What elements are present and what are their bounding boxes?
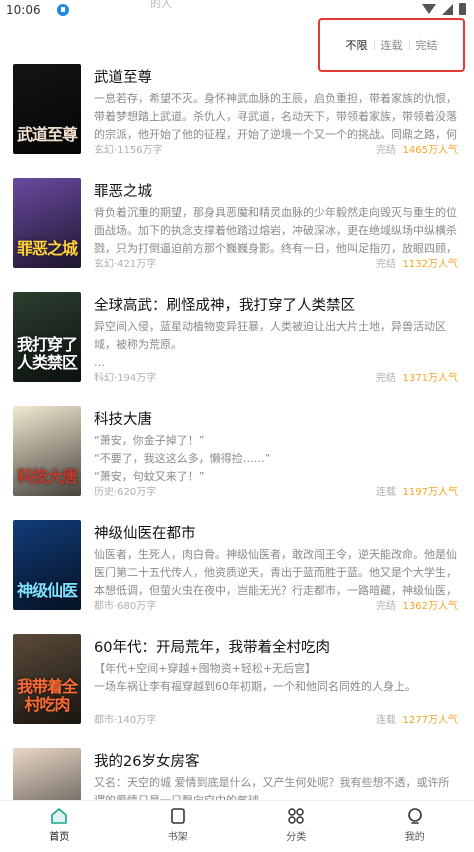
book-title[interactable]: 武道至尊: [94, 66, 152, 87]
book-item[interactable]: 罪恶之城 罪恶之城 背负着沉重的期望，那身具恶魔和精灵血脉的少年毅然走向毁灭与重…: [0, 174, 474, 282]
tab-category[interactable]: 分类: [237, 801, 356, 844]
book-cover[interactable]: 神级仙医: [13, 520, 81, 610]
wifi-icon: [422, 4, 436, 14]
battery-icon: [459, 3, 466, 15]
book-description: “萧安，你金子掉了！” “不要了，我这这么多，懒得捡……” “萧安，句蚊又来了！…: [94, 432, 459, 486]
filter-divider: [374, 40, 375, 50]
book-item[interactable]: 科技大唐 科技大唐 “萧安，你金子掉了！” “不要了，我这这么多，懒得捡……” …: [0, 402, 474, 510]
book-genre-wordcount: 玄幻·1156万字: [94, 141, 163, 156]
book-status: 完结: [376, 369, 396, 384]
book-status: 完结: [376, 597, 396, 612]
book-title[interactable]: 神级仙医在都市: [94, 522, 196, 543]
book-title[interactable]: 科技大唐: [94, 408, 152, 429]
book-description: 异空间入侵，蓝星动植物变异狂暴，人类被迫让出大片土地，异兽活动区域，被称为荒原。…: [94, 318, 459, 372]
book-popularity: 1362万人气: [403, 597, 458, 612]
filter-option-ongoing[interactable]: 连载: [381, 37, 403, 53]
book-cover[interactable]: 我打穿了人类禁区: [13, 292, 81, 382]
tab-label: 我的: [356, 828, 474, 843]
book-genre-wordcount: 都市·140万字: [94, 711, 156, 726]
tab-label: 书架: [119, 828, 238, 843]
tab-label: 首页: [0, 828, 119, 843]
book-cover[interactable]: 科技大唐: [13, 406, 81, 496]
cover-title: 罪恶之城: [13, 240, 81, 258]
book-cover[interactable]: 我带着全村吃肉: [13, 634, 81, 724]
tab-home[interactable]: 首页: [0, 801, 119, 844]
book-description: 一息若存，希望不灭。身怀神武血脉的王辰，启负重担，带着家族的仇恨，带着梦想踏上武…: [94, 90, 459, 144]
book-popularity: 1371万人气: [403, 369, 458, 384]
download-icon: [57, 4, 69, 16]
book-popularity: 1465万人气: [403, 141, 458, 156]
filter-divider: [409, 40, 410, 50]
status-icons: [422, 3, 466, 15]
book-icon: [169, 807, 187, 825]
book-item[interactable]: 我带着全村吃肉 60年代：开局荒年，我带着全村吃肉 【年代+空间+穿越+囤物资+…: [0, 630, 474, 738]
tab-label: 分类: [237, 828, 356, 843]
book-description: 仙医者，生死人，肉白骨。神级仙医者，敢改闯王令，逆天能改命。他是仙医门第二十五代…: [94, 546, 459, 600]
book-popularity: 1132万人气: [403, 255, 458, 270]
signal-icon: [442, 4, 453, 15]
tab-bookshelf[interactable]: 书架: [119, 801, 238, 844]
book-genre-wordcount: 玄幻·421万字: [94, 255, 156, 270]
book-genre-wordcount: 都市·680万字: [94, 597, 156, 612]
cover-title: 我打穿了人类禁区: [13, 336, 81, 372]
book-status: 连载: [376, 483, 396, 498]
book-popularity: 1277万人气: [403, 711, 458, 726]
book-cover[interactable]: 罪恶之城: [13, 178, 81, 268]
filter-option-finished[interactable]: 完结: [416, 37, 438, 53]
book-item[interactable]: 神级仙医 神级仙医在都市 仙医者，生死人，肉白骨。神级仙医者，敢改闯王令，逆天能…: [0, 516, 474, 624]
book-title[interactable]: 罪恶之城: [94, 180, 152, 201]
grid-icon: [287, 807, 305, 825]
user-icon: [406, 807, 424, 825]
cover-title: 科技大唐: [13, 468, 81, 486]
cover-title: 神级仙医: [13, 582, 81, 600]
book-title[interactable]: 全球高武：刷怪成神，我打穿了人类禁区: [94, 294, 355, 315]
filter-option-all[interactable]: 不限: [346, 37, 368, 53]
status-title-fragment: 的人: [150, 0, 172, 11]
book-title[interactable]: 我的26岁女房客: [94, 750, 199, 771]
book-cover[interactable]: 武道至尊: [13, 64, 81, 154]
book-status: 完结: [376, 141, 396, 156]
book-popularity: 1197万人气: [403, 483, 458, 498]
bottom-tab-bar: 首页 书架 分类 我的: [0, 800, 474, 844]
status-time: 10:06: [6, 3, 41, 17]
home-icon: [50, 807, 68, 825]
book-status: 连载: [376, 711, 396, 726]
book-item[interactable]: 武道至尊 武道至尊 一息若存，希望不灭。身怀神武血脉的王辰，启负重担，带着家族的…: [0, 60, 474, 168]
book-genre-wordcount: 历史·620万字: [94, 483, 156, 498]
tab-profile[interactable]: 我的: [356, 801, 474, 844]
book-title[interactable]: 60年代：开局荒年，我带着全村吃肉: [94, 636, 330, 657]
book-status: 完结: [376, 255, 396, 270]
cover-title: 武道至尊: [13, 126, 81, 144]
book-item[interactable]: 我打穿了人类禁区 全球高武：刷怪成神，我打穿了人类禁区 异空间入侵，蓝星动植物变…: [0, 288, 474, 396]
book-genre-wordcount: 科幻·194万字: [94, 369, 156, 384]
book-description: 背负着沉重的期望，那身具恶魔和精灵血脉的少年毅然走向毁灭与重生的位面战场。加下的…: [94, 204, 459, 258]
cover-title: 我带着全村吃肉: [13, 678, 81, 714]
book-description: 【年代+空间+穿越+囤物资+轻松+无后宫】 一场车祸让李有福穿越到60年初期，一…: [94, 660, 459, 714]
